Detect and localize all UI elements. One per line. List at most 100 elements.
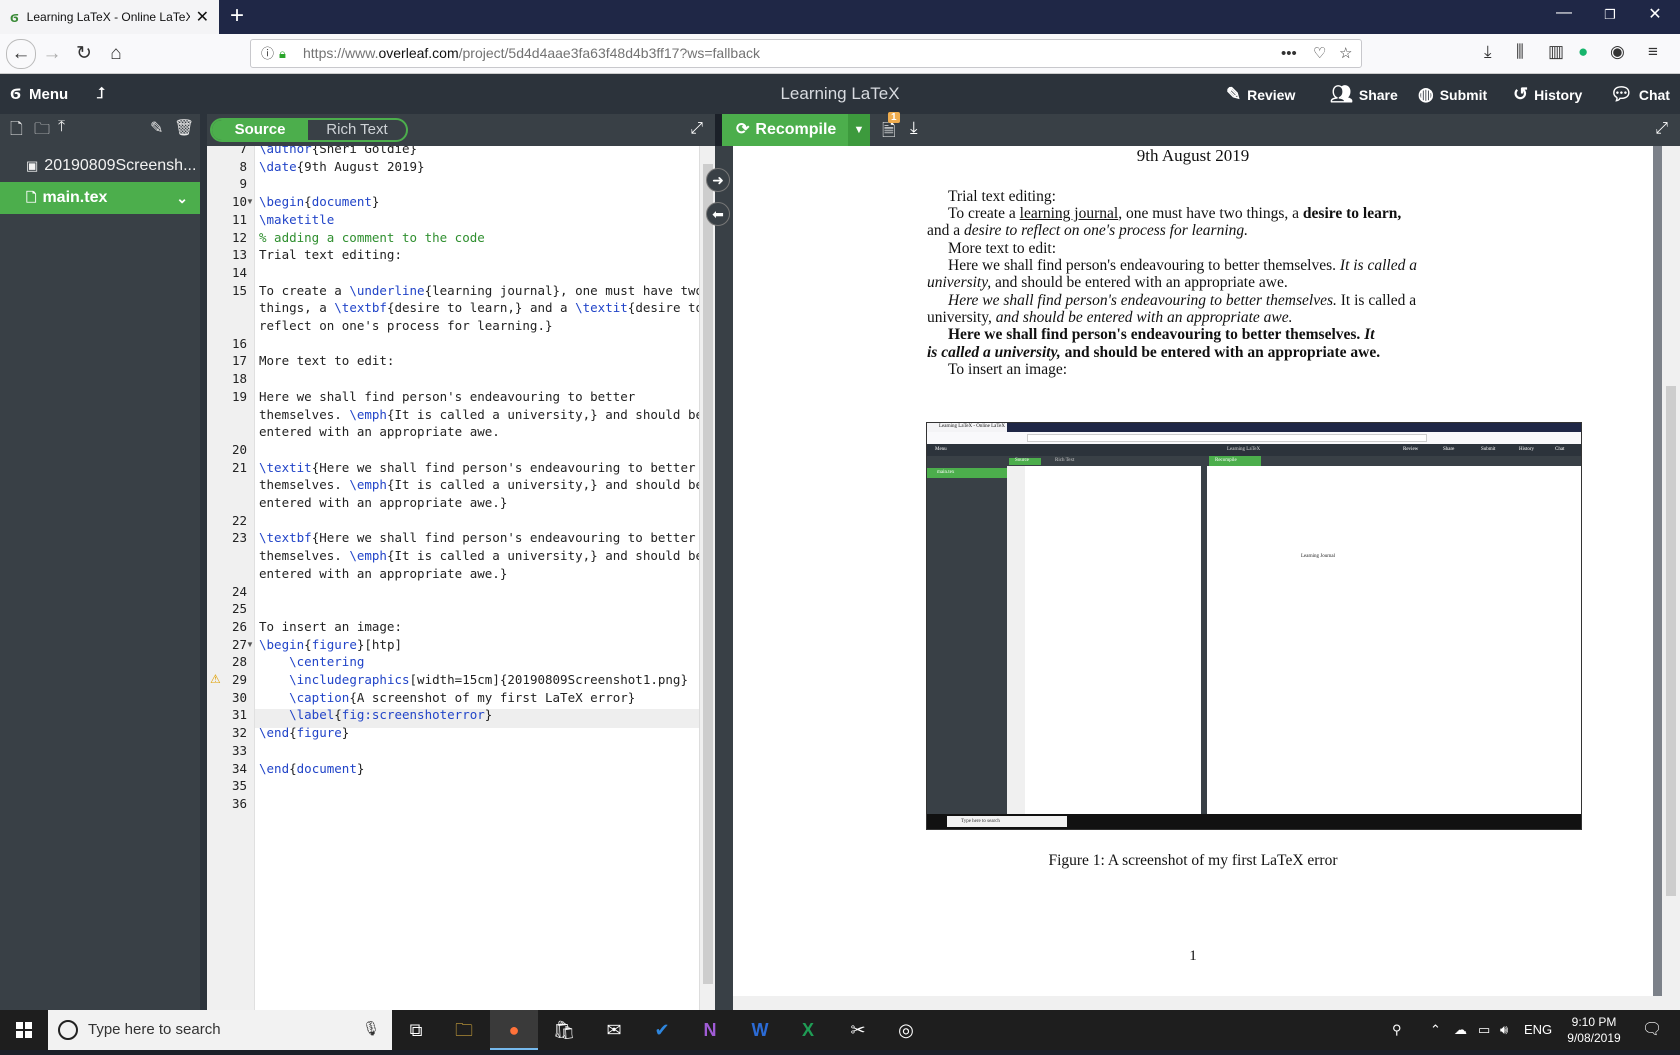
onenote-icon[interactable]: N (686, 1010, 734, 1050)
firefox-icon[interactable]: ● (490, 1010, 538, 1050)
onedrive-icon[interactable]: ☁ (1454, 1010, 1467, 1050)
code-line[interactable]: \maketitle (259, 212, 699, 227)
sidebar-icon[interactable]: ▥ (1548, 42, 1564, 62)
recompile-dropdown-icon[interactable]: ▼ (848, 114, 870, 146)
store-icon[interactable]: 🛍︎ (540, 1010, 588, 1050)
browser-tab[interactable]: ϭ Learning LaTeX - Online LaTeX ✕ (0, 0, 219, 34)
chat-button[interactable]: 💬︎ Chat (1610, 74, 1670, 114)
code-line[interactable]: \end{figure} (259, 725, 699, 740)
expand-pdf-icon[interactable]: ⤢ (1655, 120, 1668, 138)
url-bar[interactable]: ⓘ 🔒︎ https://www.overleaf.com/project/5d… (250, 39, 1362, 68)
code-line[interactable]: reflect on one's process for learning.} (259, 318, 699, 333)
warning-icon[interactable]: ⚠ (210, 672, 221, 686)
code-line[interactable]: themselves. \emph{It is called a univers… (259, 407, 699, 422)
expand-editor-icon[interactable]: ⤢ (690, 120, 703, 138)
forward-icon[interactable]: → (38, 40, 66, 68)
action-center-icon[interactable]: 🗨︎ (1642, 1010, 1662, 1050)
code-line[interactable]: entered with an appropriate awe. (259, 424, 699, 439)
pocket-icon[interactable]: ♡ (1313, 40, 1326, 67)
code-line[interactable]: % adding a comment to the code (259, 230, 699, 245)
code-line[interactable]: To insert an image: (259, 619, 699, 634)
site-info-icon[interactable]: ⓘ (261, 40, 274, 67)
close-tab-icon[interactable]: ✕ (196, 7, 209, 27)
share-button[interactable]: 👥︎ Share (1330, 74, 1398, 114)
code-line[interactable]: More text to edit: (259, 353, 699, 368)
code-line[interactable]: themselves. \emph{It is called a univers… (259, 548, 699, 563)
system-clock[interactable]: 9:10 PM 9/08/2019 (1554, 1014, 1634, 1046)
file-tree-item-screenshot[interactable]: ▣ 20190809Screensh... (0, 150, 200, 182)
back-to-projects-icon[interactable]: ⮥ (96, 74, 105, 114)
code-line[interactable]: things, a \textbf{desire to learn,} and … (259, 300, 699, 315)
upload-icon[interactable]: ⤒ (58, 118, 65, 136)
code-line[interactable]: entered with an appropriate awe.} (259, 495, 699, 510)
sync-to-code-icon[interactable]: ⬅ (706, 202, 730, 226)
rich-text-mode-button[interactable]: Rich Text (308, 120, 406, 140)
word-icon[interactable]: W (736, 1010, 784, 1050)
restore-icon[interactable]: ❐ (1590, 7, 1630, 23)
code-line[interactable]: \author{Sheri Goldie} (259, 146, 699, 156)
pdf-scrollbar-thumb[interactable] (1666, 386, 1676, 896)
code-line[interactable]: \centering (259, 654, 699, 669)
code-line[interactable]: entered with an appropriate awe.} (259, 566, 699, 581)
code-line[interactable]: \date{9th August 2019} (259, 159, 699, 174)
home-icon[interactable]: ⌂ (102, 40, 130, 68)
file-tree-item-main-tex[interactable]: 🗋︎ main.tex ⌄ (0, 182, 200, 214)
reload-icon[interactable]: ↻ (70, 40, 98, 68)
code-line[interactable]: \includegraphics[width=15cm]{20190809Scr… (259, 672, 699, 687)
code-line[interactable]: \label{fig:screenshoterror} (259, 707, 699, 722)
hamburger-menu-icon[interactable]: ≡ (1648, 42, 1658, 62)
code-line[interactable]: \begin{figure}[htp] (259, 637, 699, 652)
microphone-icon[interactable]: 🎙︎ (362, 1020, 380, 1037)
delete-trash-icon[interactable]: 🗑︎ (174, 118, 194, 138)
code-line[interactable]: \caption{A screenshot of my first LaTeX … (259, 690, 699, 705)
account-icon[interactable]: ◉ (1610, 42, 1625, 62)
snipping-tool-icon[interactable]: ✂ (834, 1010, 882, 1050)
code-line[interactable]: \textit{Here we shall find person's ende… (259, 460, 699, 475)
sync-to-pdf-icon[interactable]: ➜ (706, 168, 730, 192)
new-tab-icon[interactable]: + (230, 2, 244, 30)
fold-toggle-icon[interactable]: ▼ (246, 640, 254, 649)
chevron-down-icon[interactable]: ⌄ (176, 182, 188, 214)
file-explorer-icon[interactable]: 🗀︎ (440, 1010, 488, 1050)
windows-start-button[interactable] (0, 1010, 48, 1050)
minimize-icon[interactable]: — (1544, 4, 1584, 22)
back-icon[interactable]: ← (6, 39, 36, 69)
code-line[interactable]: \begin{document} (259, 194, 699, 209)
pdf-horizontal-scrollbar[interactable] (733, 996, 1662, 1010)
new-folder-icon[interactable]: 🗀︎ (34, 118, 50, 145)
pdf-scrollbar[interactable] (1662, 146, 1680, 1010)
review-button[interactable]: ✎ Review (1226, 74, 1295, 114)
code-line[interactable]: To create a \underline{learning journal}… (259, 283, 699, 298)
new-file-icon[interactable]: 🗋︎ (10, 118, 23, 145)
editor-scrollbar[interactable] (699, 146, 715, 1010)
volume-icon[interactable]: 🔊︎ (1500, 1010, 1508, 1050)
people-icon[interactable]: ⚲ (1392, 1010, 1402, 1050)
editor-scrollbar-thumb[interactable] (703, 164, 713, 984)
bookmark-star-icon[interactable]: ☆ (1339, 40, 1352, 67)
code-line[interactable]: \end{document} (259, 761, 699, 776)
source-mode-button[interactable]: Source (212, 120, 308, 140)
submit-button[interactable]: ◍ Submit (1418, 74, 1487, 114)
code-line[interactable]: \textbf{Here we shall find person's ende… (259, 530, 699, 545)
code-editor[interactable]: 7 8 9 10 ▼ 11 12 13 14 15 16 17 18 19 20 21 22 23 24 25 26 27… (207, 146, 699, 1010)
source-richtext-toggle[interactable]: Source Rich Text (210, 118, 408, 142)
excel-icon[interactable]: X (784, 1010, 832, 1050)
task-view-icon[interactable]: ⧉ (392, 1010, 440, 1050)
editor-pdf-splitter[interactable] (715, 146, 733, 1010)
taskbar-search-input[interactable]: Type here to search 🎙︎ (48, 1010, 392, 1050)
mail-icon[interactable]: ✉ (590, 1010, 638, 1050)
code-line[interactable]: Here we shall find person's endeavouring… (259, 389, 699, 404)
input-language[interactable]: ENG (1524, 1010, 1552, 1050)
show-hidden-icons-icon[interactable]: ⌃ (1430, 1010, 1441, 1050)
pdf-page[interactable]: 9th August 2019 Trial text editing: To c… (733, 146, 1653, 996)
code-line[interactable]: Trial text editing: (259, 247, 699, 262)
network-icon[interactable]: ▭ (1478, 1010, 1490, 1050)
library-icon[interactable]: ⫼ (1516, 42, 1524, 62)
window-close-icon[interactable]: ✕ (1635, 4, 1675, 24)
todo-icon[interactable]: ✔ (638, 1010, 686, 1050)
rename-pencil-icon[interactable]: ✎ (150, 118, 163, 138)
menu-button[interactable]: ϭ Menu (10, 74, 68, 114)
fold-toggle-icon[interactable]: ▼ (246, 197, 254, 206)
code-line[interactable]: themselves. \emph{It is called a univers… (259, 477, 699, 492)
downloads-icon[interactable]: ⤓ (1484, 42, 1492, 62)
